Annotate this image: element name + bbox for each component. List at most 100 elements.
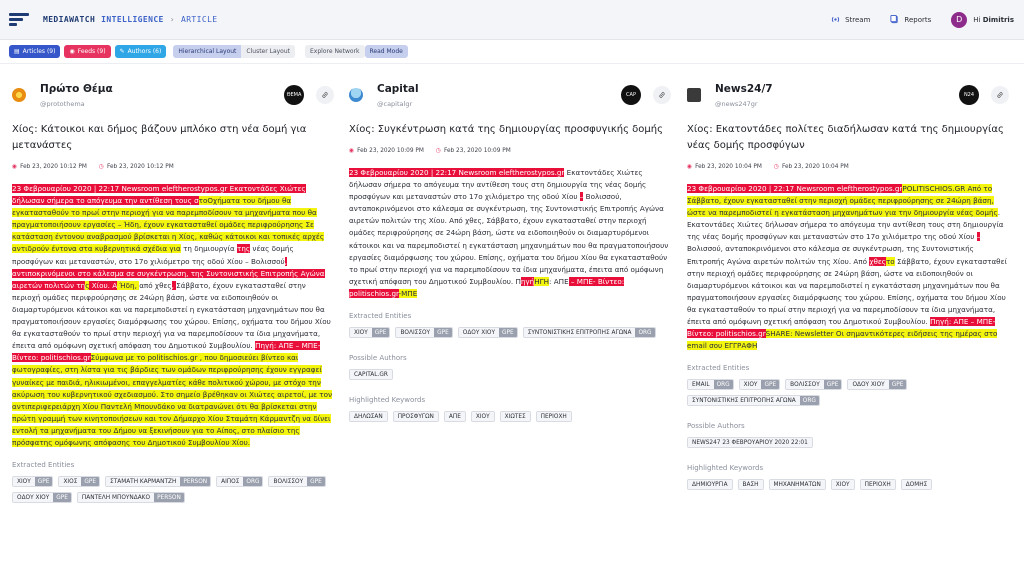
entity-tag[interactable]: ΑΙΠΟΣ ORG	[216, 476, 264, 488]
entity-name: ΧΙΟΥ	[350, 328, 372, 338]
top-bar: MEDIAWATCH INTELLIGENCE › ARTICLE Stream…	[0, 0, 1024, 40]
stream-link[interactable]: Stream	[831, 15, 870, 24]
entity-name: ΟΔΟΥ ΧΙΟΥ	[458, 328, 500, 338]
highlight-red: Χίου. Α	[89, 280, 118, 290]
source-name[interactable]: News24/7	[715, 83, 773, 95]
entity-tag[interactable]: ΟΔΟΥ ΧΙΟΥ GPE	[457, 327, 518, 339]
entity-tag[interactable]: ΒΟΛΙΣΣΟΥ GPE	[268, 476, 326, 488]
eye-icon: ◉	[349, 148, 355, 154]
article-body: 23 Φεβρουαρίου 2020 | 22:17 Newsroom ele…	[12, 183, 334, 449]
keyword-name: ΔΗΜΙΟΥΡΓΙΑ	[688, 480, 732, 490]
entity-name: ΧΙΟΥ	[739, 380, 762, 390]
keyword-tag[interactable]: ΠΕΡΙΟΧΗ	[535, 411, 572, 423]
keyword-tag[interactable]: ΧΙΟΥ	[470, 411, 495, 423]
article-meta: ◉ Feb 23, 2020 10:04 PM ◷ Feb 23, 2020 10:0…	[687, 164, 1009, 170]
entities-heading: Extracted Entities	[687, 364, 750, 373]
keyword-tag[interactable]: ΠΡΟΣΦΥΓΩΝ	[392, 411, 439, 423]
updated-date: ◷ Feb 23, 2020 10:04 PM	[774, 164, 849, 170]
entity-tag[interactable]: ΟΔΟΥ ΧΙΟΥ GPE	[12, 492, 72, 504]
updated-date-text: Feb 23, 2020 10:04 PM	[781, 164, 849, 170]
source-badge-button[interactable]: ΘΕΜΑ	[284, 85, 304, 105]
app-logo-icon[interactable]	[9, 12, 29, 27]
article-meta: ◉ Feb 23, 2020 10:09 PM ◷ Feb 23, 2020 10:0…	[349, 148, 671, 154]
brand-accent: INTELLIGENCE	[101, 15, 164, 24]
source-name[interactable]: Πρώτο Θέμα	[40, 83, 113, 95]
entity-name: ΒΟΛΙΣΣΟΥ	[396, 328, 435, 338]
source-badge-button[interactable]: N24	[959, 85, 979, 105]
keyword-tag[interactable]: ΠΕΡΙΟΧΗ	[859, 479, 896, 491]
body-text: τη δημιουργία	[180, 244, 238, 254]
entity-tag[interactable]: EMAIL ORG	[687, 379, 734, 391]
keyword-tag[interactable]: ΒΑΣΗ	[737, 479, 764, 491]
keyword-name: ΑΠΕ	[444, 412, 465, 422]
source-logo	[349, 88, 363, 102]
reports-icon	[890, 15, 899, 24]
link-icon	[997, 92, 1003, 98]
author-tag[interactable]: CAPITAL.GR	[349, 369, 393, 381]
brand-name[interactable]: MEDIAWATCH	[43, 15, 95, 24]
entity-kind: GPE	[499, 328, 517, 338]
entity-tag[interactable]: ΣΥΝΤΟΝΙΣΤΙΚΗΣ ΕΠΙΤΡΟΠΗΣ ΑΓΩΝΑ ORG	[687, 395, 820, 407]
entity-tag[interactable]: ΧΙΟΥ GPE	[12, 476, 54, 488]
source-badge-button[interactable]: CAP	[621, 85, 641, 105]
entity-tag[interactable]: ΧΙΟΥ GPE	[349, 327, 391, 339]
author-tag[interactable]: NEWS247 23 ΦΕΒΡΟΥΑΡΙΟΥ 2020 22:01	[687, 437, 813, 449]
keyword-tag[interactable]: ΧΙΟΥ	[830, 479, 855, 491]
entity-name: ΑΙΠΟΣ	[217, 477, 244, 487]
entity-tag[interactable]: ΠΑΝΤΕΛΗ ΜΠΟΥΝΔΑΚΟ PERSON	[76, 492, 185, 504]
highlight-red: 23 Φεβρουαρίου 2020 | 22:17 Newsroom ele…	[349, 168, 565, 177]
pen-icon: ✎	[119, 48, 125, 55]
entities-list: ΧΙΟΥ GPE ΧΙΟΣ GPE ΣΤΑΜΑΤΗ ΚΑΡΜΑΝΤΖΗ PERSON ΑΙΠ…	[12, 476, 334, 504]
entity-tag[interactable]: ΧΙΟΣ GPE	[58, 476, 101, 488]
avatar[interactable]: D	[951, 11, 968, 28]
source-name[interactable]: Capital	[377, 83, 419, 95]
link-button[interactable]	[991, 86, 1009, 104]
articles-icon: ▤	[14, 48, 20, 55]
keyword-name: ΔΟΜΗΣ	[901, 480, 932, 490]
entity-tag[interactable]: ΣΤΑΜΑΤΗ ΚΑΡΜΑΝΤΖΗ PERSON	[105, 476, 212, 488]
entity-tag[interactable]: ΒΟΛΙΣΣΟΥ GPE	[395, 327, 453, 339]
keyword-tag[interactable]: ΔΗΛΩΣΑΝ	[349, 411, 388, 423]
article-column-2: Capital @capitalgr CAP Χίος: Συγκέντρωση κα…	[349, 72, 671, 576]
author-name: CAPITAL.GR	[350, 370, 392, 380]
entity-tag[interactable]: ΣΥΝΤΟΝΙΣΤΙΚΗΣ ΕΠΙΤΡΟΠΗΣ ΑΓΩΝΑ ORG	[522, 327, 656, 339]
keyword-tag[interactable]: ΜΗΧΑΝΗΜΑΤΩΝ	[768, 479, 826, 491]
source-header: News24/7 @news247gr N24	[687, 72, 1009, 112]
keyword-tag[interactable]: ΔΟΜΗΣ	[900, 479, 933, 491]
keyword-tag[interactable]: ΑΠΕ	[443, 411, 466, 423]
keywords-list: ΔΗΛΩΣΑΝ ΠΡΟΣΦΥΓΩΝ ΑΠΕ ΧΙΟΥ ΧΙΩΤΕΣ ΠΕΡΙΟΧΗ	[349, 411, 671, 423]
entity-name: ΒΟΛΙΣΣΟΥ	[786, 380, 824, 390]
entity-name: ΣΤΑΜΑΤΗ ΚΑΡΜΑΝΤΖΗ	[106, 477, 181, 487]
keyword-name: ΜΗΧΑΝΗΜΑΤΩΝ	[769, 480, 825, 490]
article-title[interactable]: Χίος: Εκατοντάδες πολίτες διαδήλωσαν κατ…	[687, 122, 1009, 154]
feeds-filter-label: Feeds (9)	[77, 48, 106, 55]
clock-icon: ◷	[773, 164, 779, 170]
authors-filter-button[interactable]: ✎ Authors (6)	[114, 45, 167, 58]
article-title[interactable]: Χίος: Συγκέντρωση κατά της δημιουργίας π…	[349, 122, 671, 138]
published-date: ◉ Feb 23, 2020 10:09 PM	[349, 148, 424, 154]
hierarchical-layout-button[interactable]: Hierarchical Layout	[173, 45, 242, 58]
entity-name: ΧΙΟΣ	[59, 477, 82, 487]
link-button[interactable]	[653, 86, 671, 104]
link-icon	[659, 92, 665, 98]
read-mode-button[interactable]: Read Mode	[364, 45, 408, 58]
entity-tag[interactable]: ΧΙΟΥ GPE	[738, 379, 781, 391]
feeds-filter-button[interactable]: ◉ Feeds (9)	[64, 45, 111, 58]
entity-tag[interactable]: ΒΟΛΙΣΣΟΥ GPE	[785, 379, 843, 391]
reports-link[interactable]: Reports	[890, 15, 931, 24]
clock-icon: ◷	[435, 148, 441, 154]
entity-tag[interactable]: ΟΔΟΥ ΧΙΟΥ GPE	[847, 379, 908, 391]
explore-network-button[interactable]: Explore Network	[305, 45, 365, 58]
cluster-layout-button[interactable]: Cluster Layout	[241, 45, 296, 58]
article-title[interactable]: Χίος: Κάτοικοι και δήμος βάζουν μπλόκο σ…	[12, 122, 334, 154]
keywords-heading: Highlighted Keywords	[687, 464, 764, 473]
body-text: Σάββατο, έχουν εγκατασταθεί στην περιοχή…	[12, 280, 331, 351]
updated-date-text: Feb 23, 2020 10:12 PM	[106, 164, 174, 170]
link-button[interactable]	[316, 86, 334, 104]
published-date-text: Feb 23, 2020 10:12 PM	[20, 164, 87, 170]
articles-filter-button[interactable]: ▤ Articles (9)	[9, 45, 61, 58]
keyword-tag[interactable]: ΧΙΩΤΕΣ	[499, 411, 531, 423]
published-date-text: Feb 23, 2020 10:04 PM	[695, 164, 762, 170]
keywords-list: ΔΗΜΙΟΥΡΓΙΑ ΒΑΣΗ ΜΗΧΑΝΗΜΑΤΩΝ ΧΙΟΥ ΠΕΡΙΟΧΗ ΔΟΜΗ…	[687, 479, 1009, 491]
keyword-tag[interactable]: ΔΗΜΙΟΥΡΓΙΑ	[687, 479, 733, 491]
